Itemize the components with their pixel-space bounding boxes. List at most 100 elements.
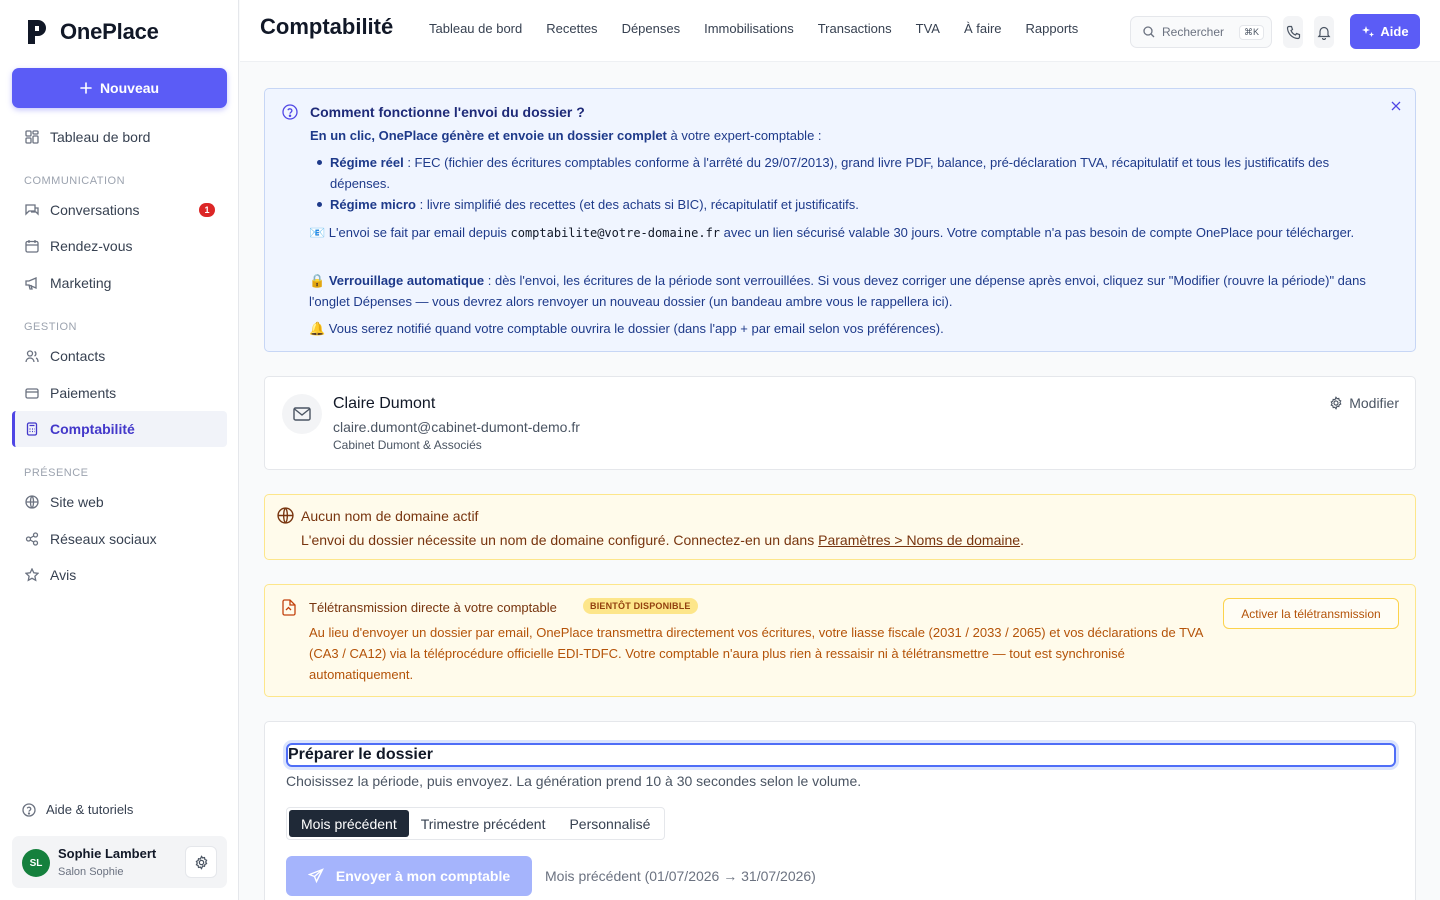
tab-todo[interactable]: À faire xyxy=(964,21,1002,36)
phone-icon xyxy=(1286,25,1300,39)
lock-emoji-icon: 🔒 xyxy=(309,273,326,288)
notify-text: Vous serez notifié quand votre comptable… xyxy=(325,321,944,336)
domain-warning-title: Aucun nom de domaine actif xyxy=(301,508,479,524)
new-button[interactable]: Nouveau xyxy=(12,68,227,108)
send-to-accountant-button[interactable]: Envoyer à mon comptable xyxy=(286,856,532,896)
section-presence: PRÉSENCE xyxy=(24,467,89,479)
sidebar-item-marketing[interactable]: Marketing xyxy=(12,265,227,301)
tab-expenses[interactable]: Dépenses xyxy=(622,21,681,36)
sidebar-item-label: Avis xyxy=(50,567,77,583)
sidebar-item-social[interactable]: Réseaux sociaux xyxy=(12,521,227,557)
page-title: Comptabilité xyxy=(260,14,394,39)
user-settings-button[interactable] xyxy=(185,846,217,878)
avatar: SL xyxy=(22,849,50,877)
help-button[interactable]: Aide xyxy=(1350,14,1420,49)
send-icon xyxy=(307,868,324,884)
share-icon xyxy=(25,532,39,546)
edit-accountant-button[interactable]: Modifier xyxy=(1329,395,1399,411)
teletransmission-text: Au lieu d'envoyer un dossier par email, … xyxy=(309,625,1203,682)
accountant-firm: Cabinet Dumont & Associés xyxy=(333,438,482,452)
close-info-button[interactable] xyxy=(1391,101,1401,111)
sidebar-item-reviews[interactable]: Avis xyxy=(12,557,227,593)
activate-teletransmission-button[interactable]: Activer la télétransmission xyxy=(1223,598,1399,629)
tab-revenues[interactable]: Recettes xyxy=(546,21,597,36)
notifications-button[interactable] xyxy=(1314,16,1334,48)
sidebar-item-label: Contacts xyxy=(50,348,106,364)
app-logo[interactable]: OnePlace xyxy=(26,18,159,46)
info-lock: 🔒 Verrouillage automatique : dès l'envoi… xyxy=(309,270,1399,312)
sidebar-item-contacts[interactable]: Contacts xyxy=(12,338,227,374)
selected-period-summary: Mois précédent (01/07/2026 → 31/07/2026) xyxy=(545,868,816,884)
info-intro-bold: En un clic, OnePlace génère et envoie un… xyxy=(310,128,667,143)
domain-warning: Aucun nom de domaine actif L'envoi du do… xyxy=(264,494,1416,560)
tab-assets[interactable]: Immobilisations xyxy=(704,21,794,36)
tab-dashboard[interactable]: Tableau de bord xyxy=(429,21,522,36)
period-selector: Mois précédent Trimestre précédent Perso… xyxy=(286,807,666,840)
accountant-name: Claire Dumont xyxy=(333,395,436,412)
help-button-label: Aide xyxy=(1380,24,1409,39)
bell-emoji-icon: 🔔 xyxy=(309,321,326,336)
email-emoji-icon: 📧 xyxy=(309,225,326,240)
domain-settings-link[interactable]: Paramètres > Noms de domaine xyxy=(818,532,1020,548)
domain-warning-end: . xyxy=(1020,532,1024,548)
info-regime-reel: Régime réel : FEC (fichier des écritures… xyxy=(317,152,1390,194)
sidebar-item-label: Rendez-vous xyxy=(50,238,133,254)
section-tabs: Tableau de bord Recettes Dépenses Immobi… xyxy=(429,21,1078,36)
tab-reports[interactable]: Rapports xyxy=(1026,21,1079,36)
sidebar-item-dashboard[interactable]: Tableau de bord xyxy=(12,119,227,155)
sidebar-item-label: Conversations xyxy=(50,202,140,218)
accountant-email: claire.dumont@cabinet-dumont-demo.fr xyxy=(333,419,580,435)
sidebar-item-conversations[interactable]: Conversations 1 xyxy=(12,192,227,228)
edit-label: Modifier xyxy=(1349,395,1399,411)
search-input[interactable]: Rechercher ⌘K xyxy=(1130,16,1272,48)
credit-card-icon xyxy=(25,388,39,399)
chat-icon xyxy=(25,204,39,216)
user-business: Salon Sophie xyxy=(58,866,124,878)
sidebar-item-label: Comptabilité xyxy=(50,421,135,437)
search-placeholder: Rechercher xyxy=(1162,25,1225,39)
oneplace-logo-icon xyxy=(28,20,46,44)
close-icon xyxy=(1391,101,1401,111)
sidebar-item-payments[interactable]: Paiements xyxy=(12,375,227,411)
info-title: Comment fonctionne l'envoi du dossier ? xyxy=(310,104,585,120)
sidebar-item-label: Tableau de bord xyxy=(50,129,151,145)
help-circle-icon xyxy=(22,802,36,817)
sidebar-item-accounting[interactable]: Comptabilité xyxy=(12,411,227,447)
gear-icon xyxy=(1330,396,1342,410)
mail-icon xyxy=(293,407,311,421)
tab-vat[interactable]: TVA xyxy=(916,21,940,36)
sparkles-icon xyxy=(1362,25,1375,37)
domain-warning-body: L'envoi du dossier nécessite un nom de d… xyxy=(301,532,819,548)
star-icon xyxy=(25,568,39,582)
sidebar-item-website[interactable]: Site web xyxy=(12,484,227,520)
sidebar-item-appointments[interactable]: Rendez-vous xyxy=(12,228,227,264)
dashboard-icon xyxy=(25,130,39,144)
period-option-previous-month[interactable]: Mois précédent xyxy=(289,810,409,837)
app-name: OnePlace xyxy=(60,19,159,44)
sidebar-item-label: Réseaux sociaux xyxy=(50,531,157,547)
tab-transactions[interactable]: Transactions xyxy=(818,21,892,36)
accountant-card: Claire Dumont claire.dumont@cabinet-dumo… xyxy=(264,376,1416,470)
teletransmission-card: Télétransmission directe à votre comptab… xyxy=(264,584,1416,697)
sidebar-item-label: Paiements xyxy=(50,385,117,401)
prepare-dossier-card: Préparer le dossier Choisissez la périod… xyxy=(264,721,1416,900)
phone-button[interactable] xyxy=(1283,16,1303,48)
help-tutorials-link[interactable]: Aide & tutoriels xyxy=(22,802,133,817)
user-card[interactable]: SL Sophie Lambert Salon Sophie xyxy=(12,836,227,888)
sidebar-item-label: Site web xyxy=(50,494,104,510)
regime-micro-label: Régime micro xyxy=(330,197,416,212)
gear-icon xyxy=(195,854,207,870)
send-button-label: Envoyer à mon comptable xyxy=(335,868,511,884)
sidebar-item-label: Marketing xyxy=(50,275,112,291)
document-send-icon xyxy=(282,599,296,616)
plus-icon xyxy=(80,82,92,94)
user-name: Sophie Lambert xyxy=(58,846,157,861)
period-option-custom[interactable]: Personnalisé xyxy=(557,810,662,837)
calculator-icon xyxy=(26,422,38,436)
info-regime-micro: Régime micro : livre simplifié des recet… xyxy=(317,194,1390,215)
period-option-previous-quarter[interactable]: Trimestre précédent xyxy=(409,810,558,837)
globe-icon xyxy=(277,507,294,524)
sidebar: OnePlace Nouveau Tableau de bord COMMUNI… xyxy=(0,0,239,900)
search-icon xyxy=(1143,26,1155,38)
prepare-title[interactable]: Préparer le dossier xyxy=(286,743,1396,767)
